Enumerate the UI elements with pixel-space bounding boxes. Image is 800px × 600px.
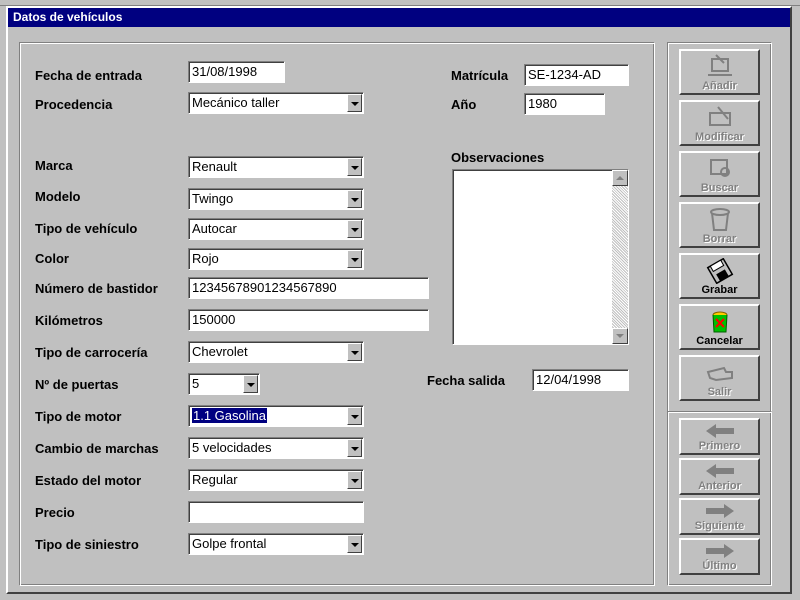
label-cambio: Cambio de marchas bbox=[35, 441, 159, 456]
dropdown-arrow-icon[interactable] bbox=[347, 94, 362, 112]
label-anio: Año bbox=[451, 97, 477, 112]
label-marca: Marca bbox=[35, 158, 73, 173]
label-fecha-salida: Fecha salida bbox=[427, 373, 506, 388]
cambio-select[interactable]: 5 velocidades bbox=[188, 437, 364, 459]
fecha-salida-input[interactable]: 12/04/1998 bbox=[532, 369, 629, 391]
observaciones-textarea[interactable] bbox=[452, 169, 629, 345]
title-bar[interactable]: Datos de vehículos bbox=[8, 8, 790, 27]
trash-icon bbox=[709, 208, 730, 231]
label-kilometros: Kilómetros bbox=[35, 313, 103, 328]
primero-button[interactable]: Primero bbox=[679, 418, 760, 455]
search-icon bbox=[709, 159, 730, 177]
anadir-button[interactable]: Añadir bbox=[679, 49, 760, 95]
kilometros-input[interactable]: 150000 bbox=[188, 309, 429, 331]
cancel-bin-icon bbox=[712, 311, 727, 333]
ultimo-button[interactable]: Último bbox=[679, 538, 760, 575]
label-tipo-vehiculo: Tipo de vehículo bbox=[35, 221, 138, 236]
marca-select[interactable]: Renault bbox=[188, 156, 364, 178]
siniestro-select[interactable]: Golpe frontal bbox=[188, 533, 364, 555]
dropdown-arrow-icon[interactable] bbox=[243, 375, 258, 393]
observaciones-scrollbar[interactable] bbox=[612, 170, 628, 344]
salir-button[interactable]: Salir bbox=[679, 355, 760, 401]
cancelar-button[interactable]: Cancelar bbox=[679, 304, 760, 350]
label-siniestro: Tipo de siniestro bbox=[35, 537, 139, 552]
procedencia-select[interactable]: Mecánico taller bbox=[188, 92, 364, 114]
modificar-button[interactable]: Modificar bbox=[679, 100, 760, 146]
matricula-input[interactable]: SE-1234-AD bbox=[524, 64, 629, 86]
scroll-up-icon[interactable] bbox=[612, 170, 628, 186]
anio-input[interactable]: 1980 bbox=[524, 93, 605, 115]
add-record-icon bbox=[707, 54, 732, 76]
anterior-button[interactable]: Anterior bbox=[679, 458, 760, 495]
window-title: Datos de vehículos bbox=[13, 10, 123, 24]
tipo-vehiculo-select[interactable]: Autocar bbox=[188, 218, 364, 240]
carroceria-select[interactable]: Chevrolet bbox=[188, 341, 364, 363]
label-observaciones: Observaciones bbox=[451, 150, 545, 165]
floppy-disk-icon bbox=[706, 258, 733, 284]
color-select[interactable]: Rojo bbox=[188, 248, 364, 270]
grabar-button[interactable]: Grabar bbox=[679, 253, 760, 299]
modelo-select[interactable]: Twingo bbox=[188, 188, 364, 210]
dropdown-arrow-icon[interactable] bbox=[347, 158, 362, 176]
label-procedencia: Procedencia bbox=[35, 97, 113, 112]
edit-record-icon bbox=[708, 106, 731, 126]
borrar-button[interactable]: Borrar bbox=[679, 202, 760, 248]
puertas-select[interactable]: 5 bbox=[188, 373, 260, 395]
siguiente-button[interactable]: Siguiente bbox=[679, 498, 760, 535]
exit-hand-icon bbox=[706, 366, 733, 382]
label-modelo: Modelo bbox=[35, 189, 81, 204]
label-color: Color bbox=[35, 251, 69, 266]
estado-motor-select[interactable]: Regular bbox=[188, 469, 364, 491]
scroll-down-icon[interactable] bbox=[612, 328, 628, 344]
arrow-left-icon bbox=[705, 464, 734, 478]
dropdown-arrow-icon[interactable] bbox=[347, 535, 362, 553]
label-precio: Precio bbox=[35, 505, 75, 520]
fecha-entrada-input[interactable]: 31/08/1998 bbox=[188, 61, 285, 83]
label-bastidor: Número de bastidor bbox=[35, 281, 158, 296]
arrow-right-icon bbox=[705, 504, 734, 518]
dropdown-arrow-icon[interactable] bbox=[347, 343, 362, 361]
label-matricula: Matrícula bbox=[451, 68, 509, 83]
motor-select[interactable]: 1.1 Gasolina bbox=[188, 405, 364, 427]
label-motor: Tipo de motor bbox=[35, 409, 122, 424]
label-estado-motor: Estado del motor bbox=[35, 473, 142, 488]
bastidor-input[interactable]: 12345678901234567890 bbox=[188, 277, 429, 299]
dropdown-arrow-icon[interactable] bbox=[347, 250, 362, 268]
arrow-left-icon bbox=[705, 424, 734, 438]
dropdown-arrow-icon[interactable] bbox=[347, 190, 362, 208]
arrow-right-icon bbox=[705, 544, 734, 558]
label-puertas: Nº de puertas bbox=[35, 377, 119, 392]
dropdown-arrow-icon[interactable] bbox=[347, 439, 362, 457]
buscar-button[interactable]: Buscar bbox=[679, 151, 760, 197]
dropdown-arrow-icon[interactable] bbox=[347, 407, 362, 425]
dropdown-arrow-icon[interactable] bbox=[347, 471, 362, 489]
selected-text: 1.1 Gasolina bbox=[192, 408, 267, 423]
precio-input[interactable] bbox=[188, 501, 364, 523]
label-fecha-entrada: Fecha de entrada bbox=[35, 68, 142, 83]
vehicle-data-window: Datos de vehículos Fecha de entrada 31/0… bbox=[6, 6, 792, 594]
dropdown-arrow-icon[interactable] bbox=[347, 220, 362, 238]
label-carroceria: Tipo de carrocería bbox=[35, 345, 148, 360]
